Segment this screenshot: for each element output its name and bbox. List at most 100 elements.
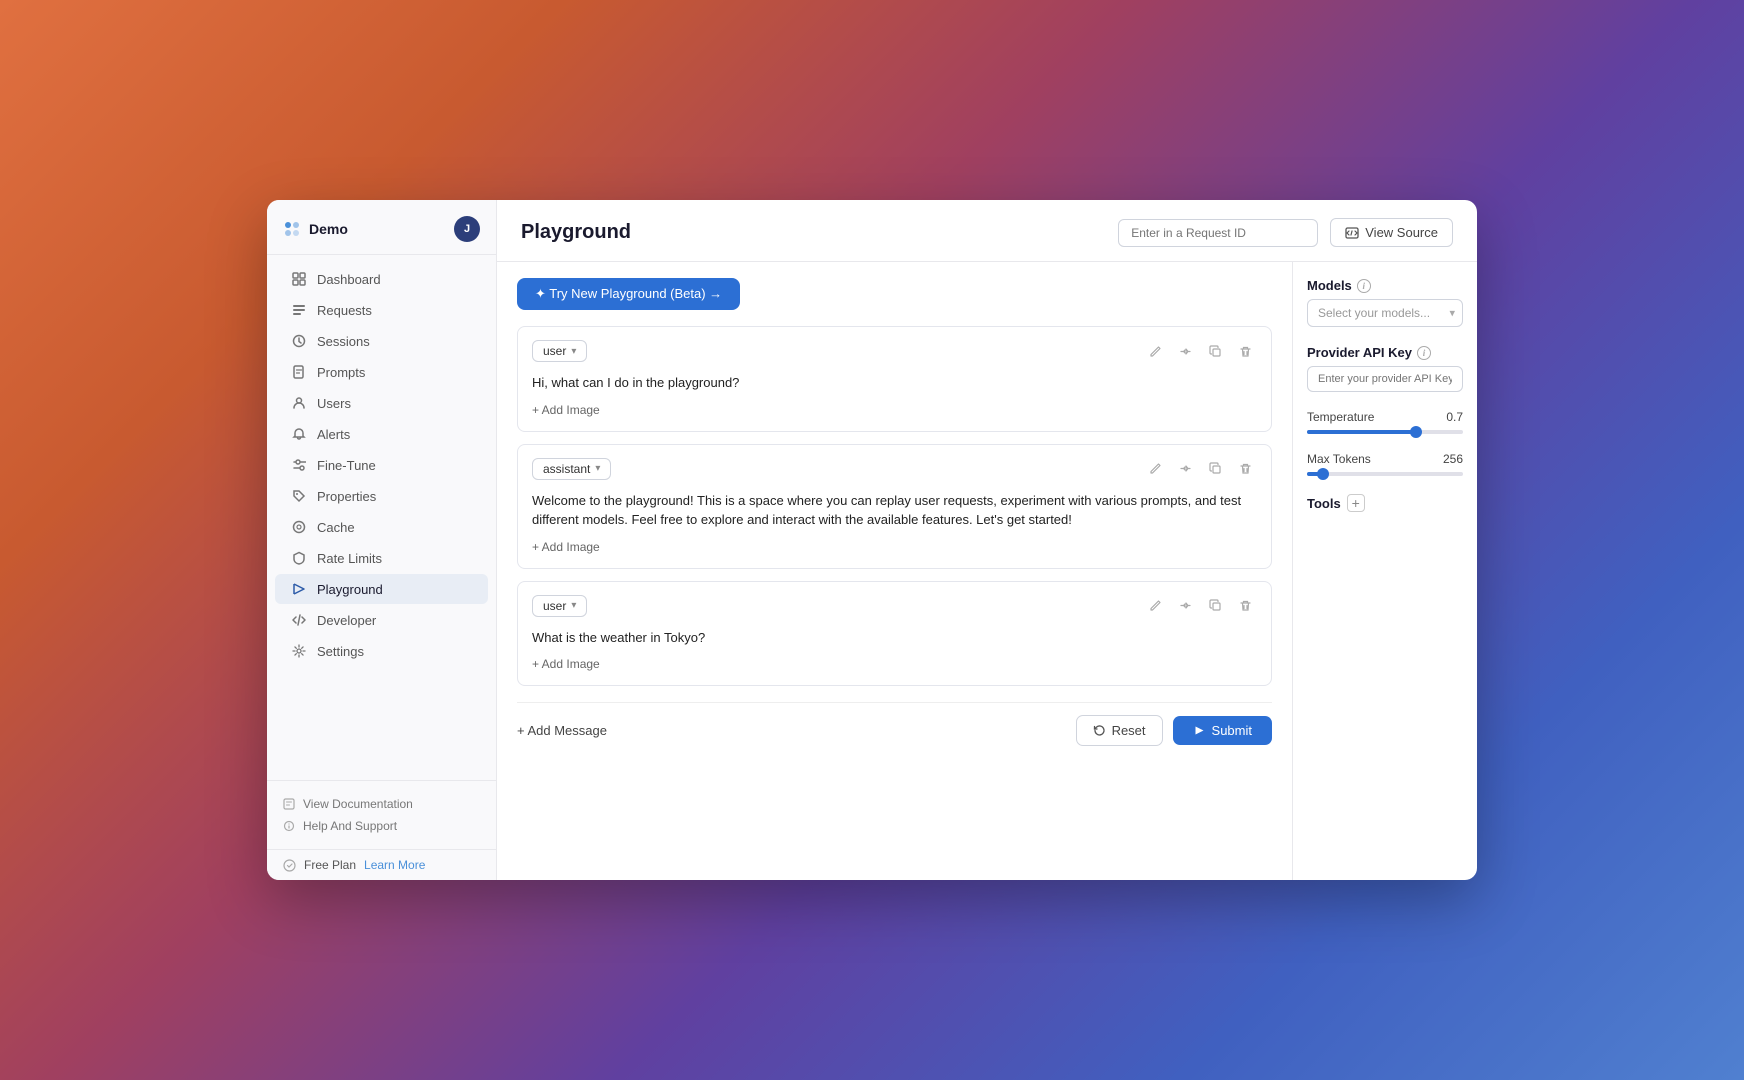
sidebar-item-users[interactable]: Users <box>275 388 488 418</box>
message-text-2: Welcome to the playground! This is a spa… <box>532 491 1257 530</box>
support-label: Help And Support <box>303 819 397 833</box>
delete-message-2-button[interactable] <box>1233 457 1257 481</box>
settings2-icon <box>291 457 307 473</box>
chevron-down-icon: ▾ <box>571 346 576 357</box>
clock-icon <box>291 333 307 349</box>
copy-message-1-button[interactable] <box>1203 339 1227 363</box>
break-message-1-button[interactable] <box>1173 339 1197 363</box>
provider-key-section: Provider API Key i <box>1307 345 1463 392</box>
message-text-3: What is the weather in Tokyo? <box>532 628 1257 648</box>
sidebar-item-prompts[interactable]: Prompts <box>275 357 488 387</box>
add-image-1-button[interactable]: + Add Image <box>532 403 600 417</box>
temperature-row: Temperature 0.7 <box>1307 410 1463 424</box>
max-tokens-row: Max Tokens 256 <box>1307 452 1463 466</box>
temperature-value: 0.7 <box>1446 410 1463 424</box>
bell-icon <box>291 426 307 442</box>
learn-more-link[interactable]: Learn More <box>364 858 425 872</box>
sidebar-item-settings[interactable]: Settings <box>275 636 488 666</box>
provider-key-section-label: Provider API Key <box>1307 345 1412 360</box>
sidebar-item-sessions[interactable]: Sessions <box>275 326 488 356</box>
sidebar-item-rate-limits[interactable]: Rate Limits <box>275 543 488 573</box>
footer-actions: Reset Submit <box>1076 715 1272 746</box>
sidebar-item-cache[interactable]: Cache <box>275 512 488 542</box>
models-section: Models i Select your models... <box>1307 278 1463 327</box>
sidebar-item-playground[interactable]: Playground <box>275 574 488 604</box>
models-label: Models i <box>1307 278 1463 293</box>
tools-label: Tools <box>1307 496 1341 511</box>
docs-link[interactable]: View Documentation <box>283 793 480 815</box>
sidebar-item-label: Properties <box>317 489 376 504</box>
gear-icon <box>291 643 307 659</box>
chevron-down-icon: ▾ <box>571 600 576 611</box>
sidebar-item-label: Prompts <box>317 365 365 380</box>
sidebar-item-label: Dashboard <box>317 272 381 287</box>
role-label-2: assistant <box>543 462 590 476</box>
role-badge-user-1[interactable]: user ▾ <box>532 340 587 362</box>
sidebar-item-dashboard[interactable]: Dashboard <box>275 264 488 294</box>
sidebar-footer: View Documentation Help And Support <box>267 780 496 849</box>
try-new-playground-button[interactable]: ✦ Try New Playground (Beta) → <box>517 278 740 310</box>
sidebar-nav: Dashboard Requests Sessions <box>267 255 496 780</box>
submit-button[interactable]: Submit <box>1173 716 1272 745</box>
models-select-wrapper: Select your models... <box>1307 299 1463 327</box>
delete-message-3-button[interactable] <box>1233 594 1257 618</box>
message-text-1: Hi, what can I do in the playground? <box>532 373 1257 393</box>
sidebar-item-label: Developer <box>317 613 376 628</box>
support-icon <box>283 820 295 832</box>
free-plan-icon <box>283 859 296 872</box>
sidebar-item-label: Alerts <box>317 427 350 442</box>
edit-message-1-button[interactable] <box>1143 339 1167 363</box>
free-plan-label: Free Plan <box>304 858 356 872</box>
temperature-section: Temperature 0.7 <box>1307 410 1463 434</box>
docs-label: View Documentation <box>303 797 413 811</box>
sidebar-item-label: Fine-Tune <box>317 458 376 473</box>
provider-key-label: Provider API Key i <box>1307 345 1463 360</box>
source-icon <box>1345 226 1359 240</box>
add-image-3-button[interactable]: + Add Image <box>532 657 600 671</box>
edit-message-2-button[interactable] <box>1143 457 1167 481</box>
circle-icon <box>291 519 307 535</box>
sidebar-item-label: Cache <box>317 520 355 535</box>
copy-message-2-button[interactable] <box>1203 457 1227 481</box>
sidebar-item-label: Playground <box>317 582 383 597</box>
sidebar-item-requests[interactable]: Requests <box>275 295 488 325</box>
sidebar-item-fine-tune[interactable]: Fine-Tune <box>275 450 488 480</box>
brand[interactable]: Demo <box>283 220 348 238</box>
body-area: ✦ Try New Playground (Beta) → user ▾ <box>497 262 1477 880</box>
submit-label: Submit <box>1212 723 1252 738</box>
sidebar-item-properties[interactable]: Properties <box>275 481 488 511</box>
break-message-3-button[interactable] <box>1173 594 1197 618</box>
temperature-slider[interactable] <box>1307 430 1463 434</box>
sidebar: Demo J Dashboard Requests <box>267 200 497 880</box>
add-image-2-button[interactable]: + Add Image <box>532 540 600 554</box>
sidebar-item-label: Sessions <box>317 334 370 349</box>
avatar: J <box>454 216 480 242</box>
role-badge-user-3[interactable]: user ▾ <box>532 595 587 617</box>
message-block-2: assistant ▾ <box>517 444 1272 569</box>
message-header-3: user ▾ <box>532 594 1257 618</box>
support-link[interactable]: Help And Support <box>283 815 480 837</box>
message-header-2: assistant ▾ <box>532 457 1257 481</box>
models-section-label: Models <box>1307 278 1352 293</box>
add-message-button[interactable]: + Add Message <box>517 719 607 742</box>
copy-message-3-button[interactable] <box>1203 594 1227 618</box>
sidebar-item-label: Requests <box>317 303 372 318</box>
request-id-input[interactable] <box>1118 219 1318 247</box>
models-select[interactable]: Select your models... <box>1307 299 1463 327</box>
temperature-thumb <box>1410 426 1422 438</box>
role-badge-assistant-2[interactable]: assistant ▾ <box>532 458 611 480</box>
header-right: View Source <box>1118 218 1453 247</box>
sidebar-item-developer[interactable]: Developer <box>275 605 488 635</box>
break-message-2-button[interactable] <box>1173 457 1197 481</box>
book-icon <box>283 798 295 810</box>
sidebar-item-alerts[interactable]: Alerts <box>275 419 488 449</box>
edit-message-3-button[interactable] <box>1143 594 1167 618</box>
max-tokens-slider[interactable] <box>1307 472 1463 476</box>
tools-add-button[interactable]: + <box>1347 494 1365 512</box>
max-tokens-label: Max Tokens <box>1307 452 1371 466</box>
provider-api-key-input[interactable] <box>1307 366 1463 392</box>
file-icon <box>291 364 307 380</box>
view-source-button[interactable]: View Source <box>1330 218 1453 247</box>
reset-button[interactable]: Reset <box>1076 715 1163 746</box>
delete-message-1-button[interactable] <box>1233 339 1257 363</box>
